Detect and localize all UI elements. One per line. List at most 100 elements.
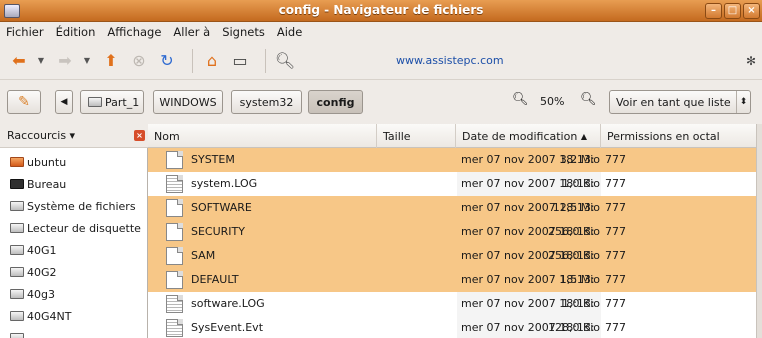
maximize-button[interactable]: □ bbox=[724, 3, 741, 19]
menu-fichier[interactable]: Fichier bbox=[6, 25, 44, 39]
file-permissions: 777 bbox=[605, 249, 626, 262]
location-bar: ✎ ◀ Part_1 WINDOWS system32 config 🔍︎ 50… bbox=[0, 80, 762, 120]
path-segment-part1[interactable]: Part_1 bbox=[80, 90, 144, 114]
sidebar-item-floppy[interactable]: Lecteur de disquette bbox=[0, 218, 147, 238]
file-permissions: 777 bbox=[605, 273, 626, 286]
sidebar-item-40g3[interactable]: 40g3 bbox=[0, 284, 147, 304]
forward-history-dropdown-icon[interactable]: ▼ bbox=[82, 50, 92, 72]
file-name: software.LOG bbox=[191, 297, 265, 310]
file-row[interactable]: SECURITY 256,0 Kio mer 07 nov 2007 18:13: 7… bbox=[148, 220, 756, 244]
toolbar-separator bbox=[265, 48, 266, 73]
drive-icon bbox=[10, 201, 24, 211]
menu-bar: Fichier Édition Affichage Aller à Signet… bbox=[0, 22, 762, 42]
file-modified: mer 07 nov 2007 18:13: bbox=[461, 153, 595, 166]
column-header-size[interactable]: Taille bbox=[377, 124, 456, 148]
path-segment-config[interactable]: config bbox=[308, 90, 363, 114]
column-label: Date de modification bbox=[462, 129, 578, 143]
file-row[interactable]: SYSTEM 3,2 Mio mer 07 nov 2007 18:13: 777 bbox=[148, 148, 756, 172]
path-segment-label: system32 bbox=[239, 95, 294, 109]
file-permissions: 777 bbox=[605, 177, 626, 190]
menu-aller-a[interactable]: Aller à bbox=[173, 25, 210, 39]
binary-file-icon bbox=[166, 271, 183, 289]
file-row[interactable]: system.LOG 1,0 Kio mer 07 nov 2007 18:13: 7… bbox=[148, 172, 756, 196]
column-header-name[interactable]: Nom bbox=[148, 124, 377, 148]
file-name: DEFAULT bbox=[191, 273, 239, 286]
path-scroll-left-button[interactable]: ◀ bbox=[55, 90, 73, 114]
path-segment-label: config bbox=[316, 95, 355, 109]
back-history-dropdown-icon[interactable]: ▼ bbox=[36, 50, 46, 72]
toolbar: ⬅ ▼ ➡ ▼ ⬆ ⊗ ↻ ⌂ ▭ 🔍︎ www.assistepc.com ✻ bbox=[0, 42, 762, 80]
home-folder-icon[interactable]: ⌂ bbox=[201, 50, 223, 72]
reload-icon[interactable]: ↻ bbox=[156, 50, 178, 72]
path-segment-label: WINDOWS bbox=[159, 95, 217, 109]
title-bar[interactable]: config - Navigateur de fichiers – □ × bbox=[0, 0, 762, 22]
desktop-icon bbox=[10, 179, 24, 189]
column-header-modified[interactable]: Date de modification ▲ bbox=[456, 124, 601, 148]
sidebar: ubuntu Bureau Système de fichiers Lecteu… bbox=[0, 148, 148, 338]
stop-icon[interactable]: ⊗ bbox=[128, 50, 150, 72]
file-list-header: Nom Taille Date de modification ▲ Permis… bbox=[148, 124, 762, 148]
file-row[interactable]: SOFTWARE 12,5 Mio mer 07 nov 2007 18:13: 77… bbox=[148, 196, 756, 220]
search-icon[interactable]: 🔍︎ bbox=[274, 50, 296, 72]
file-permissions: 777 bbox=[605, 225, 626, 238]
view-mode-select[interactable]: Voir en tant que liste ⬍ bbox=[609, 90, 751, 114]
sidebar-type-dropdown[interactable]: Raccourcis ▾ bbox=[7, 129, 75, 142]
binary-file-icon bbox=[166, 199, 183, 217]
menu-signets[interactable]: Signets bbox=[222, 25, 265, 39]
drive-icon bbox=[10, 267, 24, 277]
sidebar-item-40g1[interactable]: 40G1 bbox=[0, 240, 147, 260]
sidebar-item-label: Lecteur de disquette bbox=[27, 221, 141, 235]
drive-icon bbox=[88, 97, 102, 107]
sidebar-title: Raccourcis bbox=[7, 129, 67, 142]
path-segment-system32[interactable]: system32 bbox=[231, 90, 302, 114]
sidebar-item-filesystem[interactable]: Système de fichiers bbox=[0, 196, 147, 216]
sidebar-item-ubuntu[interactable]: ubuntu bbox=[0, 152, 147, 172]
floppy-icon bbox=[10, 223, 24, 233]
throbber-icon: ✻ bbox=[746, 54, 757, 68]
column-label: Permissions en octal bbox=[607, 129, 720, 143]
sidebar-item-partial[interactable] bbox=[0, 328, 147, 338]
column-header-perms[interactable]: Permissions en octal bbox=[601, 124, 756, 148]
file-permissions: 777 bbox=[605, 201, 626, 214]
zoom-out-icon[interactable]: 🔍︎ bbox=[512, 92, 529, 107]
file-row[interactable]: SAM 256,0 Kio mer 07 nov 2007 18:13: 777 bbox=[148, 244, 756, 268]
window-title: config - Navigateur de fichiers bbox=[278, 3, 484, 17]
drive-icon bbox=[10, 311, 24, 321]
menu-edition[interactable]: Édition bbox=[56, 25, 96, 39]
toolbar-separator bbox=[192, 48, 193, 73]
up-arrow-icon[interactable]: ⬆ bbox=[100, 50, 122, 72]
file-row[interactable]: DEFAULT 1,5 Mio mer 07 nov 2007 18:13: 777 bbox=[148, 268, 756, 292]
toggle-location-entry-icon[interactable]: ✎ bbox=[7, 90, 41, 114]
sidebar-item-label: Système de fichiers bbox=[27, 199, 136, 213]
zoom-in-icon[interactable]: 🔍︎ bbox=[580, 92, 597, 107]
file-modified: mer 07 nov 2007 18:13: bbox=[461, 201, 595, 214]
menu-affichage[interactable]: Affichage bbox=[107, 25, 161, 39]
sidebar-item-bureau[interactable]: Bureau bbox=[0, 174, 147, 194]
file-row[interactable]: software.LOG 1,0 Kio mer 07 nov 2007 18:13… bbox=[148, 292, 756, 316]
back-arrow-icon[interactable]: ⬅ bbox=[8, 50, 30, 72]
file-list: SYSTEM 3,2 Mio mer 07 nov 2007 18:13: 777 sy… bbox=[148, 148, 756, 338]
text-file-icon bbox=[166, 295, 183, 313]
sidebar-item-label: Bureau bbox=[27, 177, 67, 191]
vertical-scrollbar[interactable] bbox=[756, 124, 762, 338]
zoom-level[interactable]: 50% bbox=[540, 95, 564, 108]
minimize-button[interactable]: – bbox=[705, 3, 722, 19]
computer-icon[interactable]: ▭ bbox=[229, 50, 251, 72]
file-name: system.LOG bbox=[191, 177, 258, 190]
forward-arrow-icon[interactable]: ➡ bbox=[54, 50, 76, 72]
sidebar-item-label: 40G1 bbox=[27, 243, 57, 257]
view-mode-label: Voir en tant que liste bbox=[616, 95, 731, 109]
close-sidebar-icon[interactable]: × bbox=[134, 130, 145, 141]
close-button[interactable]: × bbox=[743, 3, 760, 19]
chevron-updown-icon: ⬍ bbox=[736, 91, 750, 113]
drive-icon bbox=[10, 289, 24, 299]
sidebar-item-40g2[interactable]: 40G2 bbox=[0, 262, 147, 282]
path-segment-windows[interactable]: WINDOWS bbox=[153, 90, 223, 114]
sidebar-item-40g4nt[interactable]: 40G4NT bbox=[0, 306, 147, 326]
file-row[interactable]: SysEvent.Evt 128,0 Kio mer 07 nov 2007 18:… bbox=[148, 316, 756, 338]
column-label: Nom bbox=[154, 129, 180, 143]
path-segment-label: Part_1 bbox=[105, 95, 140, 109]
menu-aide[interactable]: Aide bbox=[277, 25, 302, 39]
sidebar-item-label: 40G2 bbox=[27, 265, 57, 279]
sidebar-header: Raccourcis ▾ × bbox=[0, 124, 148, 148]
